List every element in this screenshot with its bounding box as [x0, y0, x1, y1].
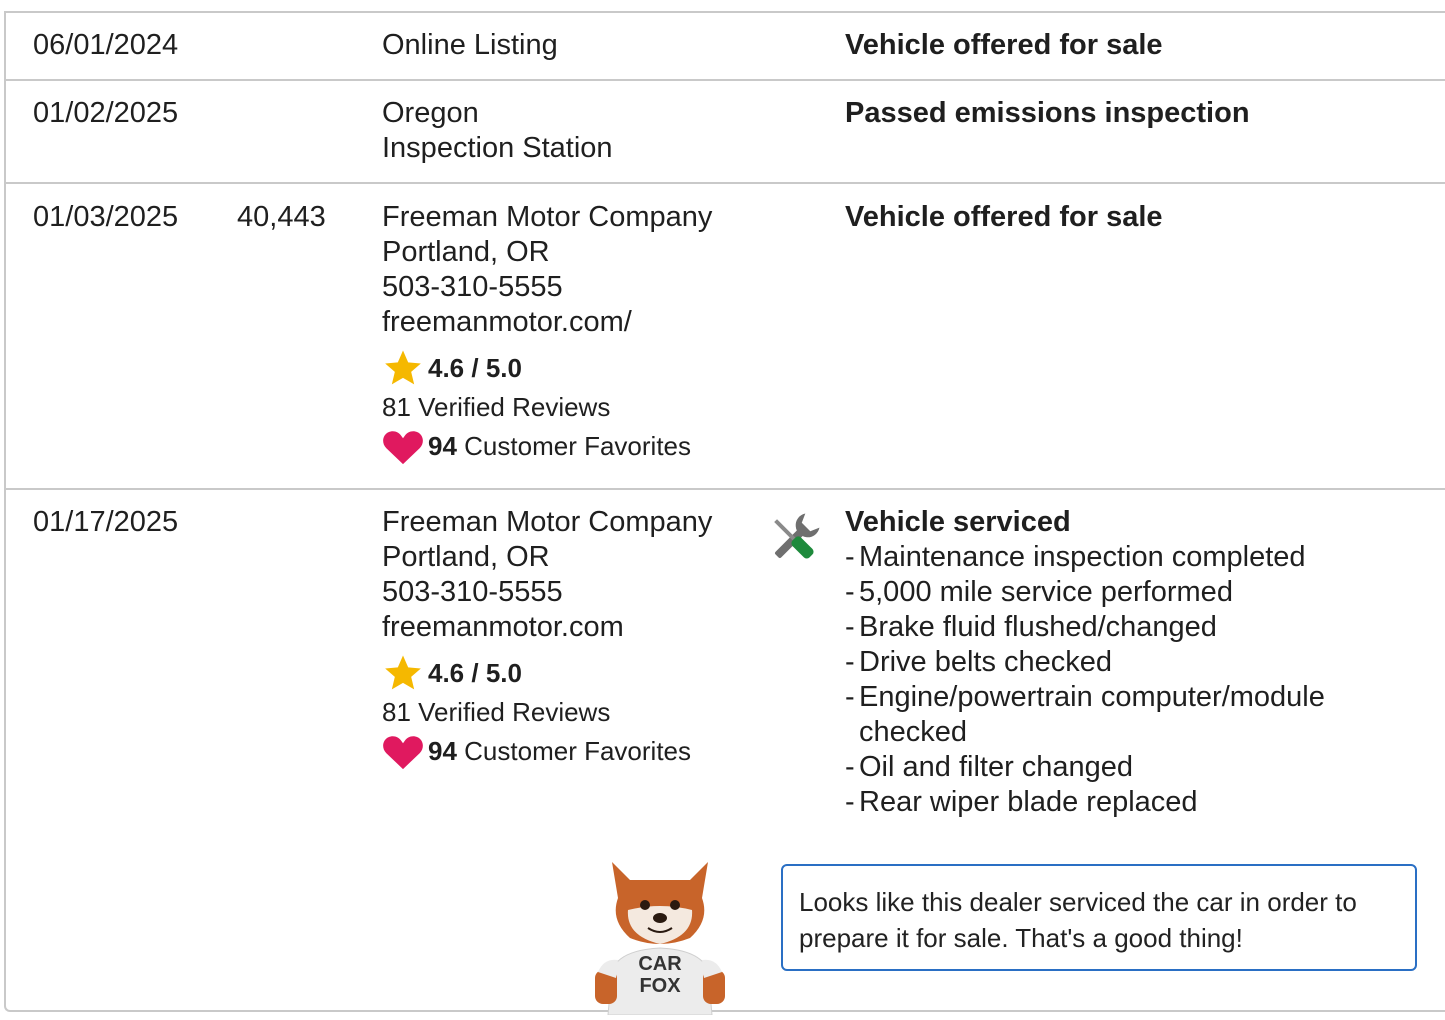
record-comment-title: Vehicle offered for sale — [845, 201, 1163, 233]
record-date: 06/01/2024 — [33, 29, 179, 61]
dealer-name-link[interactable]: Freeman Motor Company — [382, 505, 712, 540]
shirt-text: CAR — [638, 953, 682, 975]
dealer-name-link[interactable]: Freeman Motor Company — [382, 200, 712, 235]
favorites-count: 94 — [428, 735, 457, 766]
rating-value: 4.6 / 5.0 — [428, 352, 522, 383]
shirt-text: FOX — [639, 975, 681, 997]
dealer-location: Portland, OR — [382, 541, 550, 573]
record-source: Freeman Motor Company Portland, OR 503-3… — [382, 505, 712, 645]
dealer-phone[interactable]: 503-310-5555 — [382, 270, 712, 305]
record-source: Online Listing — [382, 29, 558, 61]
row-divider — [4, 488, 1445, 490]
rating-value: 4.6 / 5.0 — [428, 657, 522, 688]
dealer-location: Portland, OR — [382, 236, 550, 268]
dealer-phone[interactable]: 503-310-5555 — [382, 575, 712, 610]
service-details: Vehicle serviced - Maintenance inspection… — [845, 505, 1419, 820]
favorites-count: 94 — [428, 430, 457, 461]
list-item: - Brake fluid flushed/changed — [845, 611, 1217, 643]
carfox-tip-callout: Looks like this dealer serviced the car … — [781, 864, 1417, 971]
verified-reviews-link[interactable]: 81 Verified Reviews — [382, 388, 691, 426]
dealer-rating-block: 4.6 / 5.0 81 Verified Reviews 94 Custome… — [382, 653, 691, 771]
list-item: - Oil and filter changed — [845, 751, 1134, 783]
source-line: Inspection Station — [382, 132, 613, 164]
record-comment-title: Vehicle offered for sale — [845, 29, 1163, 61]
record-date: 01/17/2025 — [33, 506, 179, 538]
favorites-label: Customer Favorites — [464, 430, 691, 461]
dealer-website-link[interactable]: freemanmotor.com — [382, 610, 712, 645]
carfox-mascot-image: CAR FOX — [590, 850, 730, 1016]
dealer-website-link[interactable]: freemanmotor.com/ — [382, 305, 712, 340]
favorites-label: Customer Favorites — [464, 735, 691, 766]
list-item: - Rear wiper blade replaced — [845, 786, 1198, 818]
service-items-list: - Maintenance inspection completed -5,000… — [845, 540, 1419, 820]
star-icon — [382, 348, 428, 388]
dealer-rating-block: 4.6 / 5.0 81 Verified Reviews 94 Custome… — [382, 348, 691, 466]
record-comment-title: Vehicle serviced — [845, 506, 1071, 538]
list-item: - Engine/powertrain computer/module check… — [845, 681, 1325, 748]
row-divider — [4, 79, 1445, 81]
heart-icon — [382, 426, 428, 466]
record-date: 01/02/2025 — [33, 97, 179, 129]
record-date: 01/03/2025 — [33, 201, 179, 233]
heart-icon — [382, 731, 428, 771]
list-item: - Drive belts checked — [845, 646, 1113, 678]
verified-reviews-link[interactable]: 81 Verified Reviews — [382, 693, 691, 731]
record-comment-title: Passed emissions inspection — [845, 97, 1250, 129]
list-item: - Maintenance inspection completed — [845, 541, 1306, 573]
star-icon — [382, 653, 428, 693]
record-source: Freeman Motor Company Portland, OR 503-3… — [382, 200, 712, 340]
row-divider — [4, 182, 1445, 184]
tools-icon — [764, 509, 824, 569]
list-item: -5,000 mile service performed — [845, 576, 1233, 608]
record-mileage: 40,443 — [237, 201, 326, 233]
source-line: Oregon — [382, 97, 479, 129]
record-source: Oregon Inspection Station — [382, 96, 613, 166]
